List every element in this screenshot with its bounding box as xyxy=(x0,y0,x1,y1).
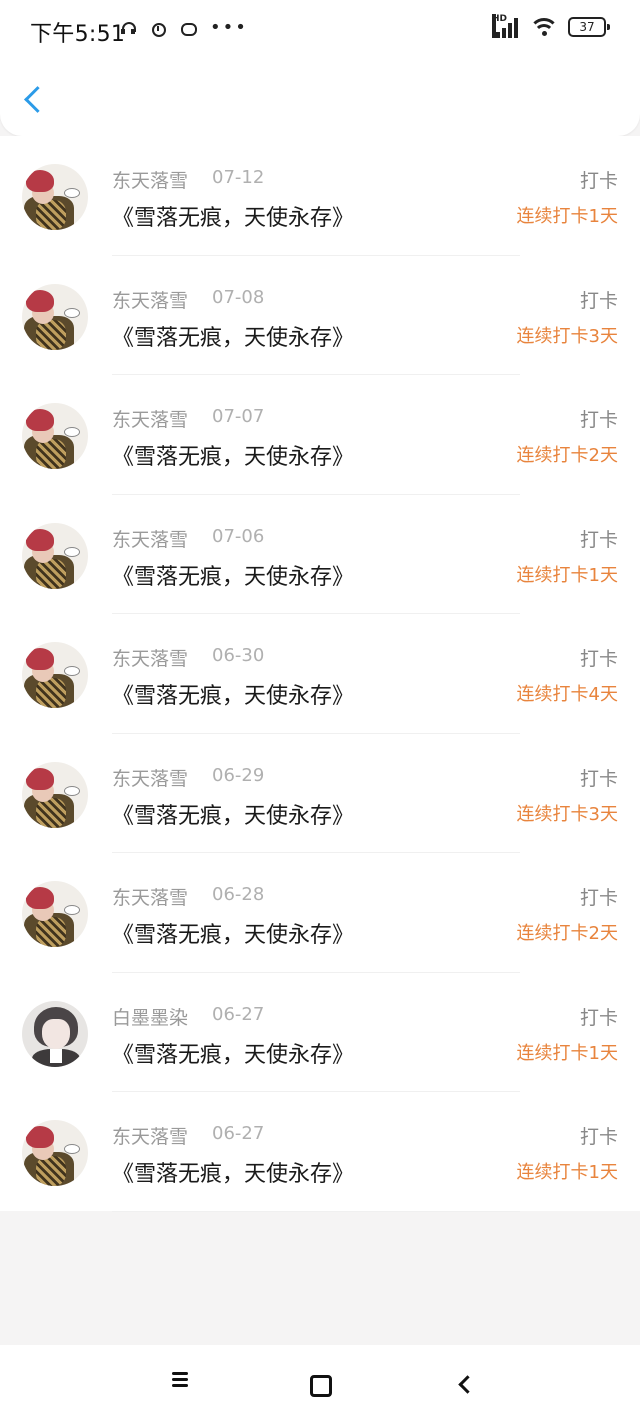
record-row[interactable]: 东天落雪 06-30 《雪落无痕，天使永存》 打卡连续打卡4天 xyxy=(0,614,640,734)
user-name: 东天落雪 xyxy=(112,289,189,312)
post-date: 06-27 xyxy=(212,1003,265,1025)
row-divider xyxy=(112,1210,520,1212)
more-dots-icon: ••• xyxy=(210,17,248,38)
record-row[interactable]: 东天落雪 06-28 《雪落无痕，天使永存》 打卡连续打卡2天 xyxy=(0,853,640,973)
user-name: 白墨墨染 xyxy=(112,1006,189,1029)
post-title: 《雪落无痕，天使永存》 xyxy=(112,684,355,709)
record-row[interactable]: 东天落雪 06-29 《雪落无痕，天使永存》 打卡连续打卡3天 xyxy=(0,734,640,853)
user-name: 东天落雪 xyxy=(112,767,189,790)
streak-label: 连续打卡3天 xyxy=(516,325,618,347)
checkin-type-label: 打卡 xyxy=(579,767,618,790)
user-name: 东天落雪 xyxy=(112,1126,189,1148)
streak-label: 连续打卡3天 xyxy=(516,803,618,825)
checkin-type-label: 打卡 xyxy=(579,887,618,909)
checkin-type-label: 打卡 xyxy=(579,1126,618,1148)
post-title: 《雪落无痕，天使永存》 xyxy=(112,803,355,829)
record-row[interactable]: 东天落雪 06-27 《雪落无痕，天使永存》 打卡连续打卡1天 xyxy=(0,1092,640,1212)
headset-icon xyxy=(120,20,136,36)
status-time: 下午5:51 xyxy=(30,22,126,47)
chat-icon xyxy=(180,20,197,36)
wifi-icon xyxy=(530,16,558,38)
status-bar: 下午5:51 ••• HD 37 xyxy=(0,0,640,58)
user-name: 东天落雪 xyxy=(112,887,189,909)
record-row[interactable]: 东天落雪 07-06 《雪落无痕，天使永存》 打卡连续打卡1天 xyxy=(0,495,640,614)
post-date: 07-12 xyxy=(212,167,265,188)
streak-label: 连续打卡1天 xyxy=(516,1042,618,1064)
streak-label: 连续打卡4天 xyxy=(516,684,618,705)
system-nav-bar xyxy=(0,1345,640,1423)
avatar[interactable] xyxy=(22,761,88,828)
post-title: 《雪落无痕，天使永存》 xyxy=(112,325,355,351)
streak-label: 连续打卡1天 xyxy=(516,206,618,227)
record-row[interactable]: 东天落雪 07-12 《雪落无痕，天使永存》 打卡连续打卡1天 xyxy=(0,136,640,256)
post-date: 06-30 xyxy=(212,645,265,666)
post-title: 《雪落无痕，天使永存》 xyxy=(112,923,355,948)
status-icons-right: HD 37 xyxy=(492,14,610,38)
streak-label: 连续打卡1天 xyxy=(516,564,618,586)
checkin-type-label: 打卡 xyxy=(579,289,618,312)
post-title: 《雪落无痕，天使永存》 xyxy=(112,206,355,231)
timer-icon xyxy=(150,20,166,37)
user-name: 东天落雪 xyxy=(112,648,189,670)
user-name: 东天落雪 xyxy=(112,170,189,192)
post-title: 《雪落无痕，天使永存》 xyxy=(112,1162,355,1187)
status-icons-left: ••• xyxy=(120,17,248,38)
post-date: 07-07 xyxy=(212,406,265,427)
checkin-type-label: 打卡 xyxy=(579,648,618,670)
streak-label: 连续打卡2天 xyxy=(516,445,618,466)
user-name: 东天落雪 xyxy=(112,409,189,431)
post-title: 《雪落无痕，天使永存》 xyxy=(112,1042,355,1068)
post-date: 06-28 xyxy=(212,884,265,905)
post-date: 06-29 xyxy=(212,764,265,786)
streak-label: 连续打卡2天 xyxy=(516,923,618,944)
back-icon[interactable] xyxy=(456,1375,474,1393)
post-date: 07-06 xyxy=(212,525,265,547)
avatar[interactable] xyxy=(22,1000,88,1067)
avatar[interactable] xyxy=(22,1120,88,1186)
avatar[interactable] xyxy=(22,522,88,589)
post-title: 《雪落无痕，天使永存》 xyxy=(112,445,355,470)
avatar[interactable] xyxy=(22,642,88,708)
checkin-type-label: 打卡 xyxy=(579,170,618,192)
header-card: 下午5:51 ••• HD 37 xyxy=(0,0,640,136)
back-button[interactable] xyxy=(20,84,50,120)
post-date: 06-27 xyxy=(212,1123,265,1144)
streak-label: 连续打卡1天 xyxy=(516,1162,618,1183)
record-row[interactable]: 东天落雪 07-08 《雪落无痕，天使永存》 打卡连续打卡3天 xyxy=(0,256,640,375)
menu-icon[interactable] xyxy=(170,1371,192,1389)
avatar[interactable] xyxy=(22,164,88,230)
checkin-record-list: 东天落雪 07-12 《雪落无痕，天使永存》 打卡 连续打卡1天 东天落雪 07-08 《雪落… xyxy=(0,136,640,1212)
checkin-type-label: 打卡 xyxy=(579,409,618,431)
avatar[interactable] xyxy=(22,283,88,350)
post-date: 07-08 xyxy=(212,286,265,308)
record-row[interactable]: 白墨墨染 06-27 《雪落无痕，天使永存》 打卡连续打卡1天 xyxy=(0,973,640,1092)
post-title: 《雪落无痕，天使永存》 xyxy=(112,564,355,590)
checkin-type-label: 打卡 xyxy=(579,528,618,551)
avatar[interactable] xyxy=(22,403,88,469)
user-name: 东天落雪 xyxy=(112,528,189,551)
battery-icon: 37 xyxy=(568,17,610,37)
record-row[interactable]: 东天落雪 07-07 《雪落无痕，天使永存》 打卡连续打卡2天 xyxy=(0,375,640,495)
signal-icon: HD xyxy=(492,14,520,38)
checkin-type-label: 打卡 xyxy=(579,1006,618,1029)
home-icon[interactable] xyxy=(310,1375,332,1397)
avatar[interactable] xyxy=(22,881,88,947)
